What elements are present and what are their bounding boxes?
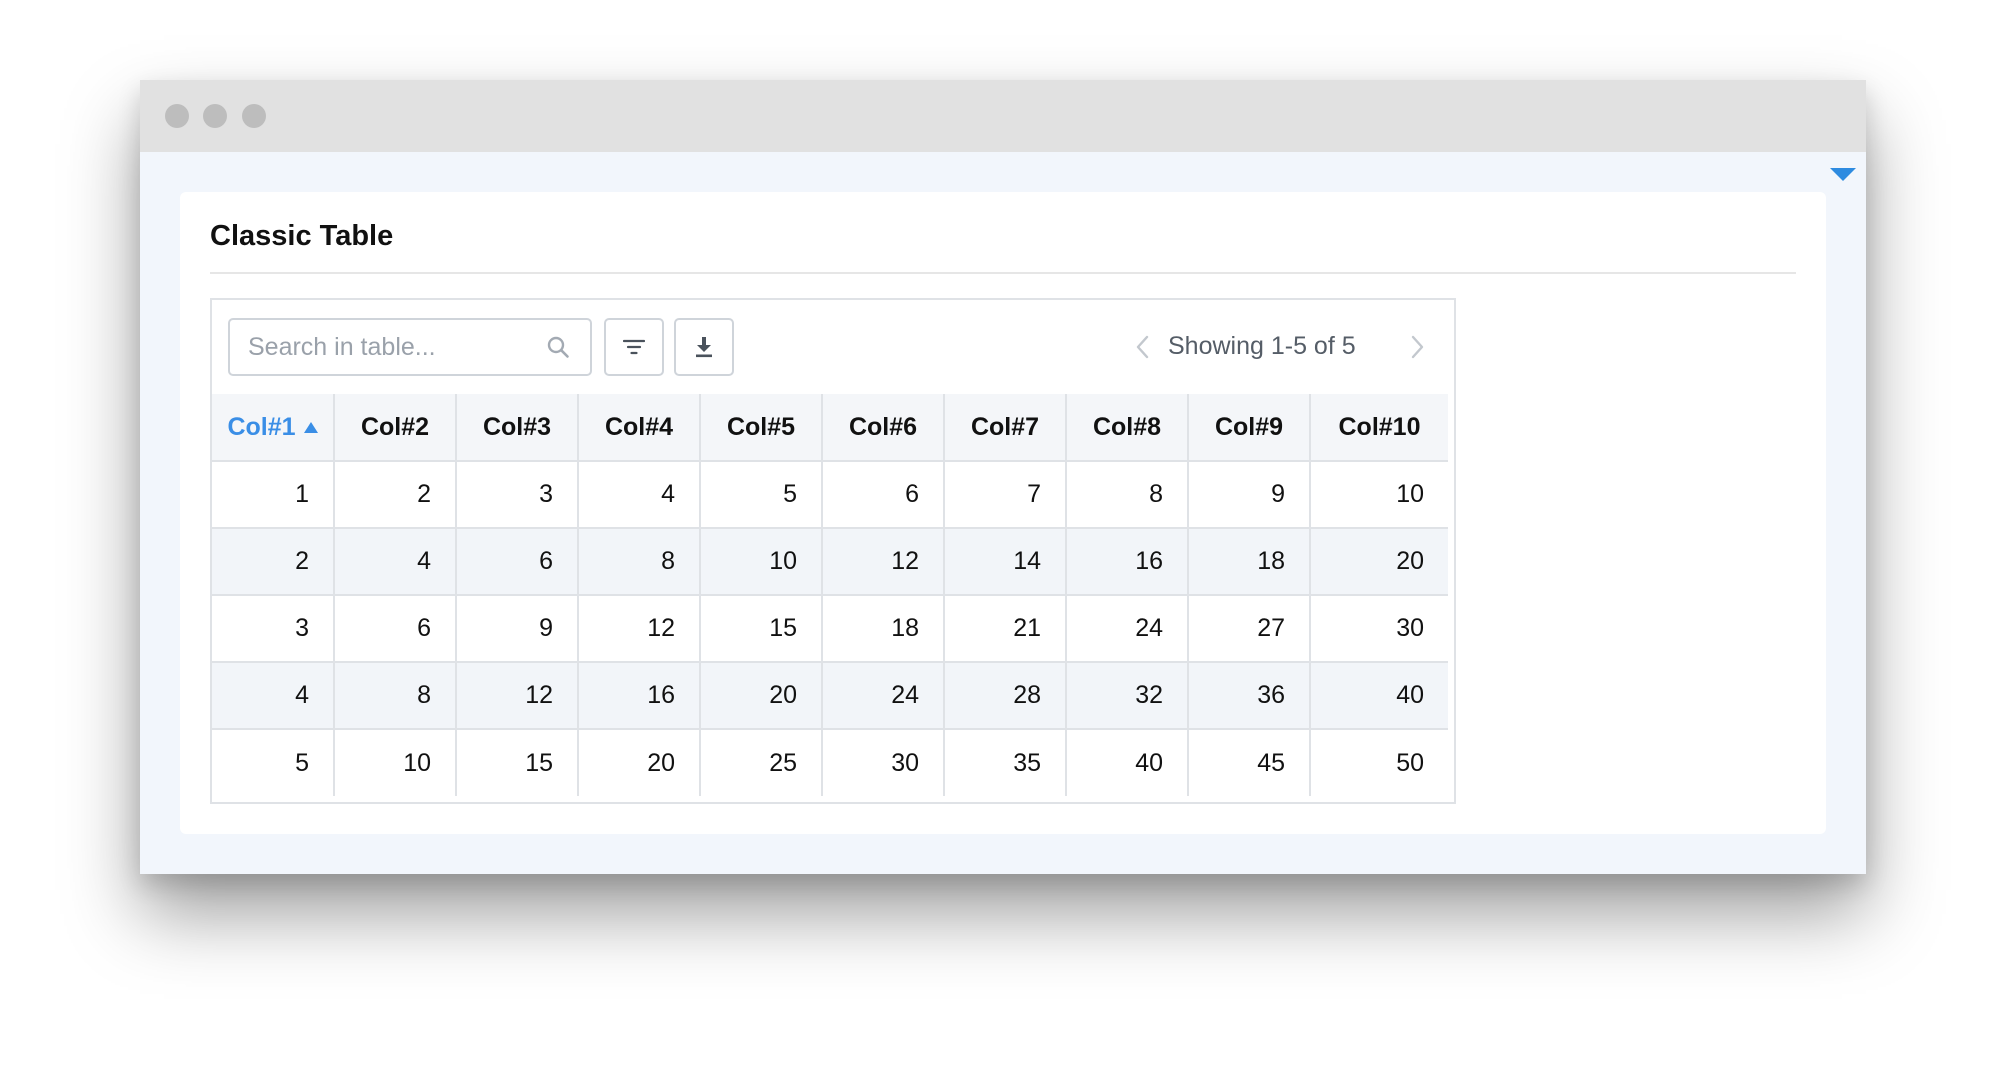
table-cell: 30 <box>1309 594 1448 663</box>
download-icon <box>696 337 712 358</box>
pagination: Showing 1-5 of 5 <box>1136 318 1424 376</box>
column-header-col10[interactable]: Col#10 <box>1309 394 1448 462</box>
corner-dropdown-toggle[interactable] <box>1820 152 1866 198</box>
table-cell: 8 <box>333 661 457 730</box>
table-cell: 16 <box>577 661 701 730</box>
table-cell: 4 <box>577 460 701 529</box>
download-button[interactable] <box>674 318 734 376</box>
window-close-dot[interactable] <box>165 104 189 128</box>
table-cell: 10 <box>333 728 457 796</box>
table-cell: 18 <box>1187 527 1311 596</box>
table-cell: 15 <box>699 594 823 663</box>
table-row: 2 4 6 8 10 12 14 16 18 20 <box>212 527 1448 596</box>
table-cell: 24 <box>1065 594 1189 663</box>
sort-ascending-icon <box>303 421 318 433</box>
column-header-col9[interactable]: Col#9 <box>1187 394 1311 462</box>
table-cell: 20 <box>699 661 823 730</box>
table-cell: 9 <box>1187 460 1311 529</box>
table-cell: 7 <box>943 460 1067 529</box>
table-row: 1 2 3 4 5 6 7 8 9 10 <box>212 460 1448 529</box>
search-input[interactable] <box>248 320 538 374</box>
table-cell: 45 <box>1187 728 1311 796</box>
column-header-col1[interactable]: Col#1 <box>212 394 335 462</box>
table-cell: 9 <box>455 594 579 663</box>
classic-table: Showing 1-5 of 5 Col#1 Col#2 Col#3 Col#4 <box>210 298 1456 804</box>
column-header-col6[interactable]: Col#6 <box>821 394 945 462</box>
column-header-col7[interactable]: Col#7 <box>943 394 1067 462</box>
table-cell: 36 <box>1187 661 1311 730</box>
table-row: 5 10 15 20 25 30 35 40 45 50 <box>212 728 1448 796</box>
table-cell: 1 <box>212 460 335 529</box>
table-cell: 6 <box>333 594 457 663</box>
table-cell: 24 <box>821 661 945 730</box>
caret-down-icon <box>1830 168 1856 181</box>
search-icon[interactable] <box>546 335 570 359</box>
table-cell: 12 <box>455 661 579 730</box>
browser-window: Classic Table Search in table... Showing… <box>140 80 1866 874</box>
table-cell: 5 <box>212 728 335 796</box>
table-cell: 16 <box>1065 527 1189 596</box>
card-title: Classic Table <box>210 220 394 252</box>
table-cell: 5 <box>699 460 823 529</box>
table-cell: 4 <box>333 527 457 596</box>
table-cell: 6 <box>455 527 579 596</box>
table-row: 3 6 9 12 15 18 21 24 27 30 <box>212 594 1448 663</box>
search-box <box>228 318 592 376</box>
table-cell: 6 <box>821 460 945 529</box>
column-header-col8[interactable]: Col#8 <box>1065 394 1189 462</box>
table-cell: 20 <box>1309 527 1448 596</box>
table-cell: 30 <box>821 728 945 796</box>
table-cell: 50 <box>1309 728 1448 796</box>
table-cell: 20 <box>577 728 701 796</box>
table-cell: 4 <box>212 661 335 730</box>
window-minimize-dot[interactable] <box>203 104 227 128</box>
table-cell: 40 <box>1309 661 1448 730</box>
chevron-right-icon <box>1411 335 1424 359</box>
table-cell: 8 <box>577 527 701 596</box>
table-card: Classic Table Search in table... Showing… <box>180 192 1826 834</box>
filter-button[interactable] <box>604 318 664 376</box>
table-cell: 27 <box>1187 594 1311 663</box>
pagination-info: Showing 1-5 of 5 <box>1168 332 1356 360</box>
table-cell: 10 <box>699 527 823 596</box>
table-toolbar: Showing 1-5 of 5 <box>212 300 1454 394</box>
table-cell: 10 <box>1309 460 1448 529</box>
table-cell: 32 <box>1065 661 1189 730</box>
table-cell: 40 <box>1065 728 1189 796</box>
table-cell: 21 <box>943 594 1067 663</box>
table-cell: 28 <box>943 661 1067 730</box>
table-row: 4 8 12 16 20 24 28 32 36 40 <box>212 661 1448 730</box>
header-row: Col#1 Col#2 Col#3 Col#4 Col#5 Col#6 Col#… <box>212 394 1448 462</box>
table-cell: 12 <box>577 594 701 663</box>
window-maximize-dot[interactable] <box>242 104 266 128</box>
column-header-col3[interactable]: Col#3 <box>455 394 579 462</box>
data-table: Col#1 Col#2 Col#3 Col#4 Col#5 Col#6 Col#… <box>212 394 1448 796</box>
column-header-label: Col#1 <box>227 412 296 441</box>
table-cell: 2 <box>212 527 335 596</box>
window-titlebar <box>140 80 1866 152</box>
chevron-left-icon <box>1136 335 1149 359</box>
table-cell: 3 <box>455 460 579 529</box>
column-header-col2[interactable]: Col#2 <box>333 394 457 462</box>
table-cell: 25 <box>699 728 823 796</box>
table-cell: 8 <box>1065 460 1189 529</box>
card-divider <box>210 272 1796 274</box>
previous-page-button[interactable] <box>1136 335 1150 359</box>
column-header-col5[interactable]: Col#5 <box>699 394 823 462</box>
column-header-col4[interactable]: Col#4 <box>577 394 701 462</box>
table-cell: 18 <box>821 594 945 663</box>
next-page-button[interactable] <box>1410 335 1424 359</box>
table-cell: 15 <box>455 728 579 796</box>
table-cell: 12 <box>821 527 945 596</box>
table-cell: 35 <box>943 728 1067 796</box>
filter-icon <box>623 339 645 355</box>
table-cell: 3 <box>212 594 335 663</box>
table-cell: 14 <box>943 527 1067 596</box>
table-cell: 2 <box>333 460 457 529</box>
